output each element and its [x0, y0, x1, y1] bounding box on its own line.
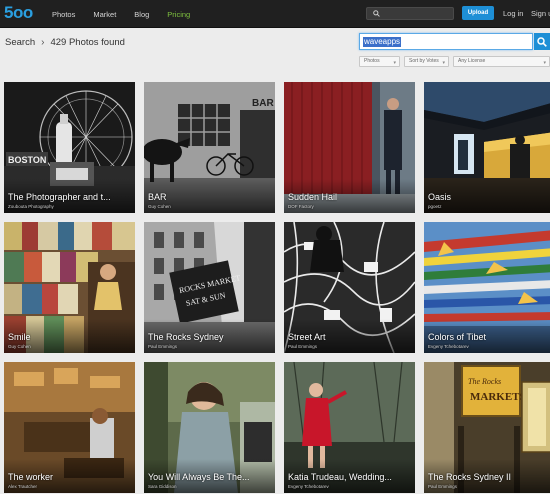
svg-text:BOSTON: BOSTON: [8, 155, 46, 165]
search-input[interactable]: waveapps: [359, 33, 533, 50]
nav-item-photos[interactable]: Photos: [52, 10, 75, 19]
type-filter-select[interactable]: Photos ▾: [359, 56, 400, 67]
photo-title: BAR: [148, 192, 167, 202]
photo-author[interactable]: Paul Emmings: [148, 344, 177, 349]
photo-author[interactable]: Zoubouta Photography: [8, 204, 54, 209]
results-count: 429 Photos found: [50, 36, 125, 48]
photo-tile[interactable]: Sudden Hail DOF Factory: [284, 82, 415, 213]
photo-tile[interactable]: Street Art Paul Emmings: [284, 222, 415, 353]
photo-tile[interactable]: BOSTON The Photographer and t... Zoubout…: [4, 82, 135, 213]
svg-text:The Rocks: The Rocks: [468, 377, 501, 386]
photo-tile[interactable]: BAR BAR Guy Cohen: [144, 82, 275, 213]
svg-text:BAR: BAR: [252, 98, 274, 109]
search-icon: [373, 10, 380, 17]
sort-filter-select[interactable]: Sort by Votes ▾: [404, 56, 449, 67]
upload-button[interactable]: Upload: [462, 6, 494, 20]
photo-title: Colors of Tibet: [428, 332, 487, 342]
photo-tile[interactable]: Smile Guy Cohen: [4, 222, 135, 353]
type-filter-value: Photos: [364, 58, 380, 64]
chevron-down-icon: ▾: [393, 60, 396, 66]
photo-tile[interactable]: ROCKS MARKET SAT & SUN The Rocks Sydney …: [144, 222, 275, 353]
photo-author[interactable]: Alex Trautcher: [8, 484, 37, 489]
photo-author[interactable]: Guy Cohen: [8, 344, 31, 349]
500px-logo[interactable]: 5oo: [4, 3, 40, 23]
license-filter-value: Any License: [458, 58, 486, 64]
photo-author[interactable]: Guy Cohen: [148, 204, 171, 209]
photo-author[interactable]: Evgeny Tchebotarev: [428, 344, 469, 349]
top-navigation-bar: 5oo Photos Market Blog Pricing Upload Lo…: [0, 0, 550, 28]
photo-author[interactable]: DOF Factory: [288, 204, 314, 209]
photo-tile[interactable]: Colors of Tibet Evgeny Tchebotarev: [424, 222, 550, 353]
search-icon: [537, 36, 547, 47]
photo-author[interactable]: Paul Emmings: [288, 344, 317, 349]
signup-link[interactable]: Sign up: [531, 9, 550, 18]
photo-title: Street Art: [288, 332, 326, 342]
chevron-down-icon: ▾: [442, 60, 445, 66]
breadcrumb-separator: ›: [41, 36, 45, 48]
main-nav: Photos Market Blog Pricing: [52, 0, 208, 28]
photo-title: The Photographer and t...: [8, 192, 111, 202]
photo-title: Smile: [8, 332, 31, 342]
photo-tile[interactable]: The Rocks MARKETS The Rocks Sydney II Pa…: [424, 362, 550, 493]
nav-item-pricing[interactable]: Pricing: [167, 10, 190, 19]
photo-author[interactable]: Paul Emmings: [428, 484, 457, 489]
photo-author[interactable]: pgoetz: [428, 204, 442, 209]
photo-tile[interactable]: Katia Trudeau, Wedding... Evgeny Tchebot…: [284, 362, 415, 493]
photo-title: You Will Always Be The...: [148, 472, 250, 482]
photo-tile[interactable]: You Will Always Be The... Sara Giddison: [144, 362, 275, 493]
svg-text:MARKETS: MARKETS: [470, 391, 526, 403]
photo-author[interactable]: Sara Giddison: [148, 484, 177, 489]
photo-title: The Rocks Sydney II: [428, 472, 512, 482]
search-button[interactable]: [534, 33, 550, 50]
sort-filter-value: Sort by Votes: [409, 58, 439, 64]
breadcrumb-root[interactable]: Search: [5, 37, 35, 48]
license-filter-select[interactable]: Any License ▾: [453, 56, 550, 67]
photo-tile[interactable]: The worker Alex Trautcher: [4, 362, 135, 493]
nav-item-blog[interactable]: Blog: [134, 10, 149, 19]
photo-title: Sudden Hail: [288, 192, 338, 202]
photo-tile[interactable]: Oasis pgoetz: [424, 82, 550, 213]
chevron-down-icon: ▾: [543, 60, 546, 66]
photo-title: Katia Trudeau, Wedding...: [288, 472, 392, 482]
logo-text[interactable]: 5oo: [4, 3, 33, 23]
photo-title: The Rocks Sydney: [148, 332, 224, 342]
header-search-input[interactable]: [366, 7, 454, 20]
search-query-text: waveapps: [363, 37, 402, 47]
photo-author[interactable]: Evgeny Tchebotarev: [288, 484, 329, 489]
breadcrumb: Search › 429 Photos found: [5, 35, 125, 49]
photo-title: Oasis: [428, 192, 452, 202]
nav-item-market[interactable]: Market: [93, 10, 116, 19]
login-link[interactable]: Log in: [503, 9, 523, 18]
photo-title: The worker: [8, 472, 54, 482]
